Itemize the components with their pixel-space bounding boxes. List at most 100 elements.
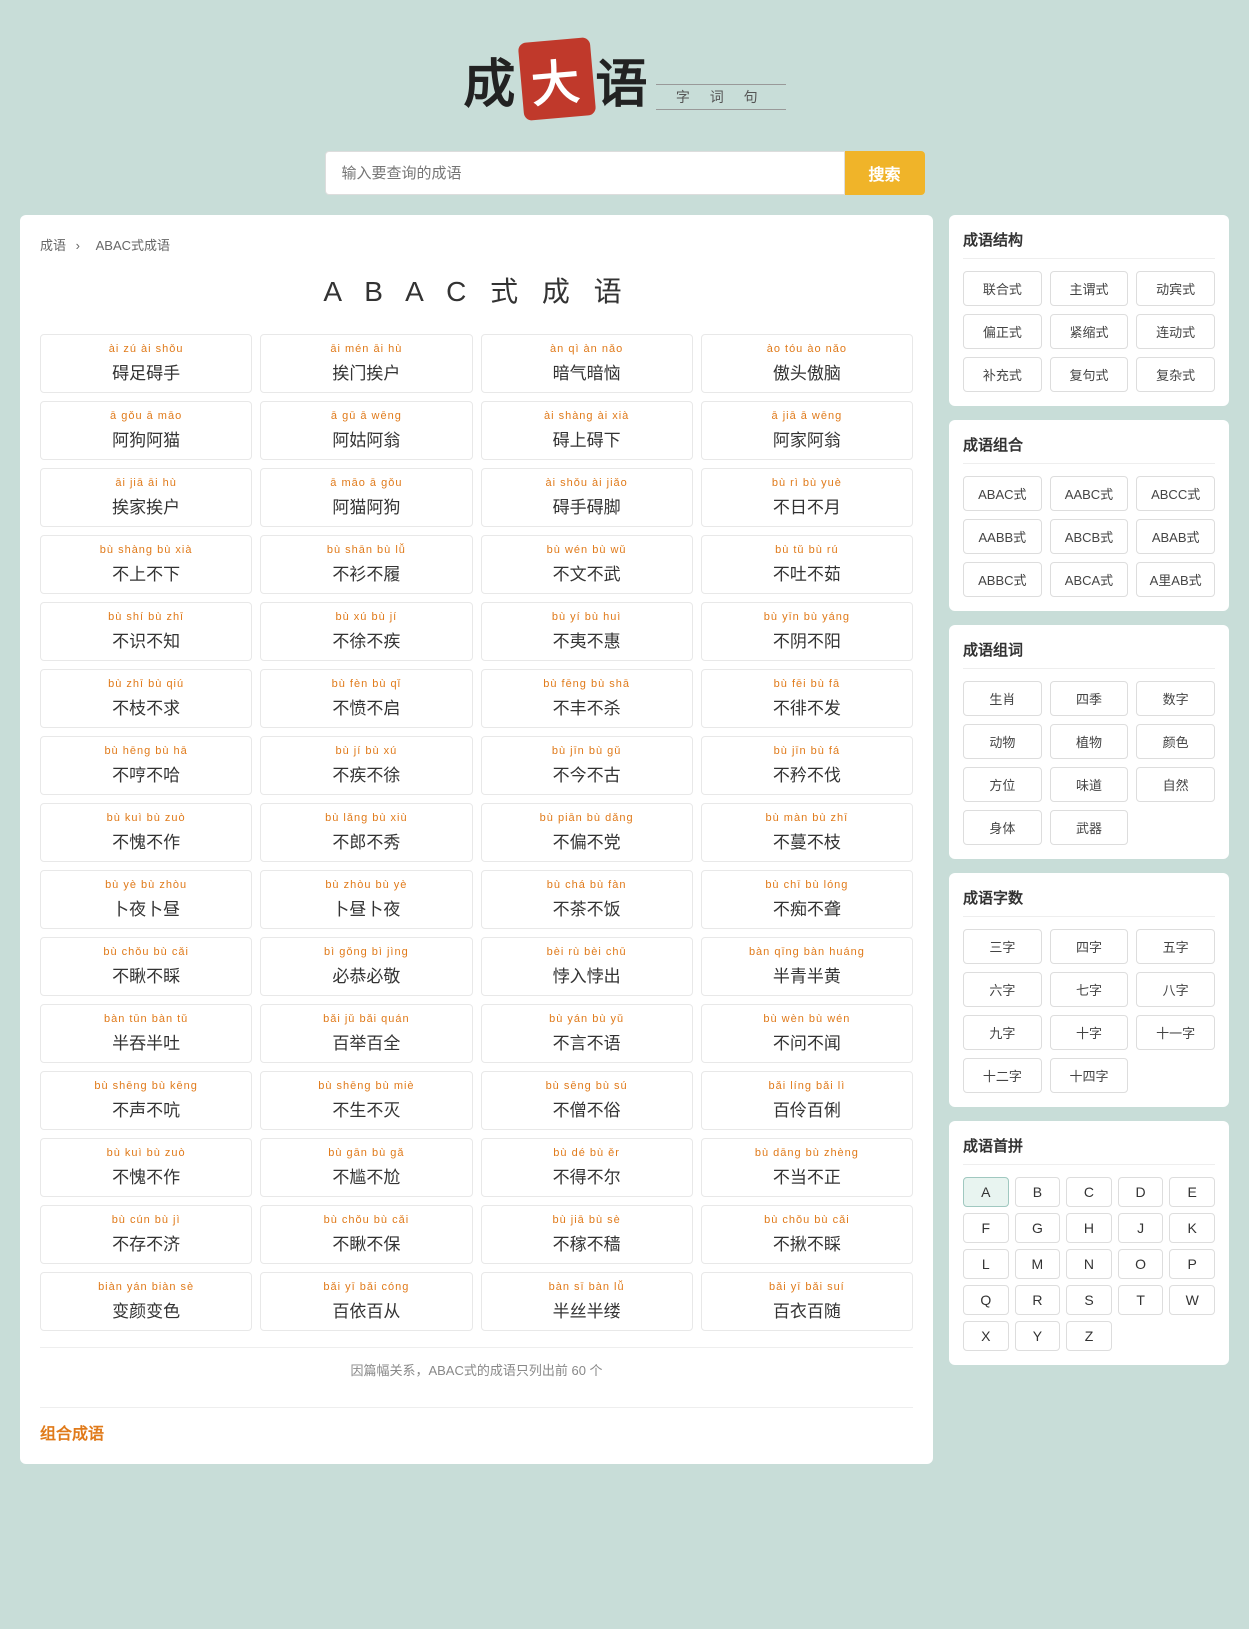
char-btn[interactable]: 六字 (963, 972, 1042, 1007)
idiom-cell[interactable]: bù dāng bù zhèng 不当不正 (701, 1138, 913, 1197)
structure-btn[interactable]: 复句式 (1050, 357, 1129, 392)
idiom-cell[interactable]: bù chǒu bù cǎi 不揪不睬 (701, 1205, 913, 1264)
idiom-cell[interactable]: bù kuì bù zuò 不愧不作 (40, 1138, 252, 1197)
idiom-cell[interactable]: biàn yán biàn sè 变颜变色 (40, 1272, 252, 1331)
idiom-cell[interactable]: bàn tūn bàn tǔ 半吞半吐 (40, 1004, 252, 1063)
structure-btn[interactable]: 复杂式 (1136, 357, 1215, 392)
idiom-cell[interactable]: bù wèn bù wén 不问不闻 (701, 1004, 913, 1063)
letter-btn[interactable]: L (963, 1249, 1009, 1279)
idiom-cell[interactable]: bù jiā bù sè 不稼不穑 (481, 1205, 693, 1264)
letter-btn[interactable]: F (963, 1213, 1009, 1243)
char-btn[interactable]: 九字 (963, 1015, 1042, 1050)
structure-btn[interactable]: 连动式 (1136, 314, 1215, 349)
idiom-cell[interactable]: bù yí bù huì 不夷不惠 (481, 602, 693, 661)
idiom-cell[interactable]: bù lǎng bù xiù 不郎不秀 (260, 803, 472, 862)
letter-btn[interactable]: N (1066, 1249, 1112, 1279)
structure-btn[interactable]: 主谓式 (1050, 271, 1129, 306)
letter-btn[interactable]: S (1066, 1285, 1112, 1315)
idiom-cell[interactable]: bù chǒu bù cǎi 不瞅不睬 (40, 937, 252, 996)
combo-btn[interactable]: AABC式 (1050, 476, 1129, 511)
word-btn[interactable]: 身体 (963, 810, 1042, 845)
structure-btn[interactable]: 补充式 (963, 357, 1042, 392)
idiom-cell[interactable]: bù wén bù wǔ 不文不武 (481, 535, 693, 594)
idiom-cell[interactable]: ā jiā ā wēng 阿家阿翁 (701, 401, 913, 460)
idiom-cell[interactable]: bù yīn bù yáng 不阴不阳 (701, 602, 913, 661)
idiom-cell[interactable]: bù shí bù zhī 不识不知 (40, 602, 252, 661)
letter-btn[interactable]: R (1015, 1285, 1061, 1315)
idiom-cell[interactable]: bù sēng bù sú 不僧不俗 (481, 1071, 693, 1130)
letter-btn[interactable]: C (1066, 1177, 1112, 1207)
letter-btn[interactable]: A (963, 1177, 1009, 1207)
idiom-cell[interactable]: bù jīn bù gǔ 不今不古 (481, 736, 693, 795)
idiom-cell[interactable]: bù piān bù dǎng 不偏不党 (481, 803, 693, 862)
idiom-cell[interactable]: bǎi yī bǎi suí 百衣百随 (701, 1272, 913, 1331)
letter-btn[interactable]: H (1066, 1213, 1112, 1243)
structure-btn[interactable]: 动宾式 (1136, 271, 1215, 306)
idiom-cell[interactable]: bù yán bù yǔ 不言不语 (481, 1004, 693, 1063)
idiom-cell[interactable]: bù fēng bù shā 不丰不杀 (481, 669, 693, 728)
letter-btn[interactable]: E (1169, 1177, 1215, 1207)
char-btn[interactable]: 十一字 (1136, 1015, 1215, 1050)
idiom-cell[interactable]: àn qì àn nǎo 暗气暗恼 (481, 334, 693, 393)
combo-btn[interactable]: ABCB式 (1050, 519, 1129, 554)
letter-btn[interactable]: B (1015, 1177, 1061, 1207)
word-btn[interactable]: 味道 (1050, 767, 1129, 802)
idiom-cell[interactable]: bù zhī bù qiú 不枝不求 (40, 669, 252, 728)
idiom-cell[interactable]: bǎi jǔ bǎi quán 百举百全 (260, 1004, 472, 1063)
idiom-cell[interactable]: bù cún bù jì 不存不济 (40, 1205, 252, 1264)
combo-btn[interactable]: ABAC式 (963, 476, 1042, 511)
idiom-cell[interactable]: bì gǒng bì jìng 必恭必敬 (260, 937, 472, 996)
combo-btn[interactable]: ABAB式 (1136, 519, 1215, 554)
combo-btn[interactable]: ABBC式 (963, 562, 1042, 597)
idiom-cell[interactable]: bù zhòu bù yè 卜昼卜夜 (260, 870, 472, 929)
letter-btn[interactable]: J (1118, 1213, 1164, 1243)
idiom-cell[interactable]: bù shēng bù miè 不生不灭 (260, 1071, 472, 1130)
idiom-cell[interactable]: ài shàng ài xià 碍上碍下 (481, 401, 693, 460)
char-btn[interactable]: 十二字 (963, 1058, 1042, 1093)
letter-btn[interactable]: W (1169, 1285, 1215, 1315)
word-btn[interactable]: 颜色 (1136, 724, 1215, 759)
idiom-cell[interactable]: bù shàng bù xià 不上不下 (40, 535, 252, 594)
idiom-cell[interactable]: bù fēi bù fā 不徘不发 (701, 669, 913, 728)
char-btn[interactable]: 八字 (1136, 972, 1215, 1007)
idiom-cell[interactable]: bù chǒu bù cǎi 不瞅不保 (260, 1205, 472, 1264)
word-btn[interactable]: 生肖 (963, 681, 1042, 716)
combo-btn[interactable]: A里AB式 (1136, 562, 1215, 597)
idiom-cell[interactable]: bù jīn bù fá 不矜不伐 (701, 736, 913, 795)
idiom-cell[interactable]: bù chī bù lóng 不痴不聋 (701, 870, 913, 929)
letter-btn[interactable]: O (1118, 1249, 1164, 1279)
idiom-cell[interactable]: ài shǒu ài jiǎo 碍手碍脚 (481, 468, 693, 527)
idiom-cell[interactable]: āi jiā āi hù 挨家挨户 (40, 468, 252, 527)
word-btn[interactable]: 动物 (963, 724, 1042, 759)
char-btn[interactable]: 十字 (1050, 1015, 1129, 1050)
char-btn[interactable]: 五字 (1136, 929, 1215, 964)
idiom-cell[interactable]: bù dé bù ěr 不得不尔 (481, 1138, 693, 1197)
structure-btn[interactable]: 偏正式 (963, 314, 1042, 349)
letter-btn[interactable]: M (1015, 1249, 1061, 1279)
char-btn[interactable]: 四字 (1050, 929, 1129, 964)
idiom-cell[interactable]: ā māo ā gǒu 阿猫阿狗 (260, 468, 472, 527)
word-btn[interactable]: 方位 (963, 767, 1042, 802)
idiom-cell[interactable]: bù rì bù yuè 不日不月 (701, 468, 913, 527)
letter-btn[interactable]: P (1169, 1249, 1215, 1279)
search-button[interactable]: 搜索 (845, 151, 925, 195)
idiom-cell[interactable]: ā gǒu ā māo 阿狗阿猫 (40, 401, 252, 460)
idiom-cell[interactable]: bù hēng bù hā 不哼不哈 (40, 736, 252, 795)
letter-btn[interactable]: K (1169, 1213, 1215, 1243)
idiom-cell[interactable]: bù shān bù lǚ 不衫不履 (260, 535, 472, 594)
idiom-cell[interactable]: āi mén āi hù 挨门挨户 (260, 334, 472, 393)
letter-btn[interactable]: D (1118, 1177, 1164, 1207)
idiom-cell[interactable]: bèi rù bèi chū 悖入悖出 (481, 937, 693, 996)
breadcrumb-home[interactable]: 成语 (40, 238, 66, 253)
char-btn[interactable]: 三字 (963, 929, 1042, 964)
letter-btn[interactable]: Z (1066, 1321, 1112, 1351)
idiom-cell[interactable]: bù fèn bù qǐ 不愤不启 (260, 669, 472, 728)
word-btn[interactable]: 数字 (1136, 681, 1215, 716)
idiom-cell[interactable]: bǎi yī bǎi cóng 百依百从 (260, 1272, 472, 1331)
idiom-cell[interactable]: bù gān bù gǎ 不尴不尬 (260, 1138, 472, 1197)
idiom-cell[interactable]: bù tǔ bù rú 不吐不茹 (701, 535, 913, 594)
word-btn[interactable]: 武器 (1050, 810, 1129, 845)
idiom-cell[interactable]: bù kuì bù zuò 不愧不作 (40, 803, 252, 862)
idiom-cell[interactable]: bù jí bù xú 不疾不徐 (260, 736, 472, 795)
char-btn[interactable]: 十四字 (1050, 1058, 1129, 1093)
